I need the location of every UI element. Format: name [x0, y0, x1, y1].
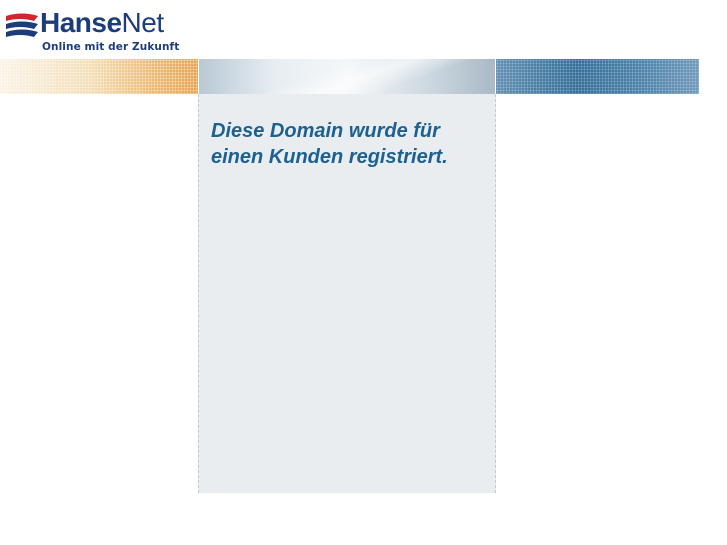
logo-swoosh-icon [6, 13, 38, 37]
content-panel: Diese Domain wurde für einen Kunden regi… [198, 94, 496, 493]
header-banner-right [496, 59, 699, 94]
logo-brand-regular: Net [121, 7, 165, 38]
header-banner-middle [199, 59, 495, 94]
logo-tagline: Online mit der Zukunft [42, 41, 180, 53]
logo-brand-bold: Hanse [40, 7, 122, 38]
hansenet-logo: HanseNet Online mit der Zukunft [4, 6, 179, 56]
header-banner-left [0, 59, 198, 94]
logo-wordmark: HanseNet [40, 6, 164, 40]
domain-registered-message: Diese Domain wurde für einen Kunden regi… [211, 120, 448, 168]
